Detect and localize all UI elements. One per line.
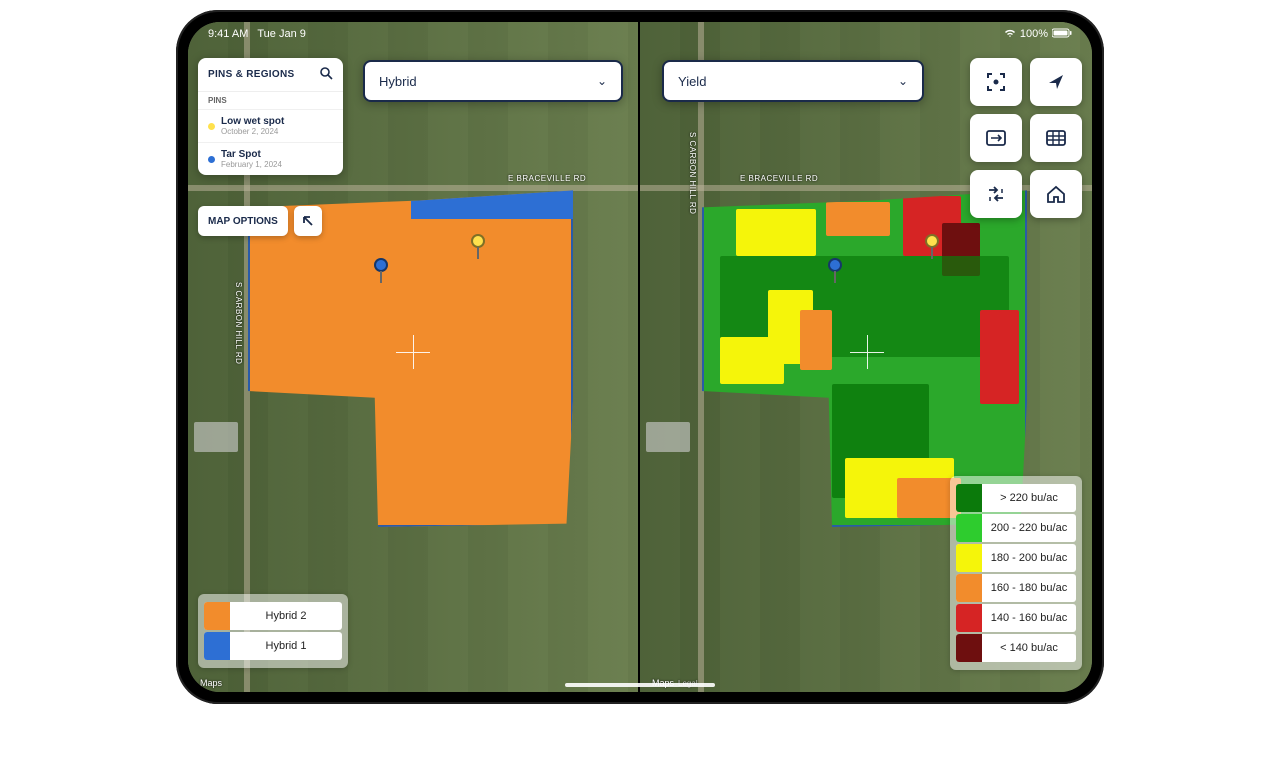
map-options-group: MAP OPTIONS: [198, 206, 322, 236]
legend-swatch: [204, 602, 230, 630]
buildings: [194, 422, 238, 452]
tool-grid: [970, 58, 1082, 218]
pins-panel: PINS & REGIONS PINS Low wet spot October…: [198, 58, 343, 175]
home-icon: [1045, 184, 1067, 204]
wifi-icon: [1004, 28, 1016, 41]
locate-button[interactable]: [1030, 58, 1082, 106]
legend-label: Hybrid 1: [230, 640, 342, 652]
battery-label: 100%: [1020, 28, 1048, 40]
legend-label: Hybrid 2: [230, 610, 342, 622]
buildings: [646, 422, 690, 452]
map-attribution: Maps: [196, 678, 222, 688]
location-arrow-icon: [1045, 71, 1067, 93]
pin-dot-icon: [208, 156, 215, 163]
dropdown-label: Yield: [678, 74, 706, 89]
map-pane-right[interactable]: E BRACEVILLE RD S CARBON HILL RD Yield ⌄: [640, 22, 1092, 692]
crosshair-icon: [850, 335, 884, 369]
road-label-h: E BRACEVILLE RD: [740, 174, 818, 183]
legend-label: < 140 bu/ac: [982, 642, 1076, 654]
pins-title: PINS & REGIONS: [208, 69, 294, 80]
legend-swatch: [956, 544, 982, 572]
legend-label: 140 - 160 bu/ac: [982, 612, 1076, 624]
layer-dropdown-left[interactable]: Hybrid ⌄: [363, 60, 623, 102]
swap-view-button[interactable]: [970, 114, 1022, 162]
legend-label: 200 - 220 bu/ac: [982, 522, 1076, 534]
legend-yield: > 220 bu/ac 200 - 220 bu/ac 180 - 200 bu…: [950, 476, 1082, 670]
pins-header: PINS & REGIONS: [198, 58, 343, 91]
legend-swatch: [956, 634, 982, 662]
pin-item-low-wet-spot[interactable]: Low wet spot October 2, 2024: [198, 109, 343, 142]
road-label-h: E BRACEVILLE RD: [508, 174, 586, 183]
legend-swatch: [956, 484, 982, 512]
pin-item-tar-spot[interactable]: Tar Spot February 1, 2024: [198, 142, 343, 175]
arrow-up-left-icon: [301, 214, 315, 228]
legend-swatch: [956, 604, 982, 632]
focus-icon: [985, 71, 1007, 93]
pin-yellow[interactable]: [923, 234, 941, 260]
status-date: Tue Jan 9: [257, 28, 306, 40]
focus-button[interactable]: [970, 58, 1022, 106]
road-label-v: S CARBON HILL RD: [688, 132, 697, 214]
compare-button[interactable]: [970, 170, 1022, 218]
legend-row: < 140 bu/ac: [956, 634, 1076, 662]
road-h: [188, 185, 638, 191]
tablet-frame: 9:41 AM Tue Jan 9 100% E BRACEVILLE RD S…: [176, 10, 1104, 704]
map-pane-left[interactable]: E BRACEVILLE RD S CARBON HILL RD PINS & …: [188, 22, 640, 692]
legend-row: 160 - 180 bu/ac: [956, 574, 1076, 602]
legend-swatch: [956, 514, 982, 542]
layer-dropdown-right[interactable]: Yield ⌄: [662, 60, 924, 102]
pin-item-date: February 1, 2024: [221, 160, 282, 169]
map-options-button[interactable]: MAP OPTIONS: [198, 206, 288, 236]
table-button[interactable]: [1030, 114, 1082, 162]
legend-row: > 220 bu/ac: [956, 484, 1076, 512]
legend-row: 140 - 160 bu/ac: [956, 604, 1076, 632]
legend-swatch: [204, 632, 230, 660]
attribution-brand: Maps: [200, 678, 222, 688]
legend-row: Hybrid 1: [204, 632, 342, 660]
status-right: 100%: [1004, 28, 1072, 41]
pin-item-name: Low wet spot: [221, 116, 284, 127]
crosshair-icon: [396, 335, 430, 369]
status-bar: 9:41 AM Tue Jan 9 100%: [188, 22, 1092, 46]
pins-section-header: PINS: [198, 91, 343, 109]
battery-icon: [1052, 28, 1072, 41]
search-icon[interactable]: [319, 66, 333, 83]
legend-row: Hybrid 2: [204, 602, 342, 630]
legend-row: 180 - 200 bu/ac: [956, 544, 1076, 572]
legend-hybrid: Hybrid 2 Hybrid 1: [198, 594, 348, 668]
pin-yellow[interactable]: [469, 234, 487, 260]
pin-blue[interactable]: [826, 258, 844, 284]
legend-row: 200 - 220 bu/ac: [956, 514, 1076, 542]
road-label-v: S CARBON HILL RD: [234, 282, 243, 364]
screen: 9:41 AM Tue Jan 9 100% E BRACEVILLE RD S…: [188, 22, 1092, 692]
collapse-button[interactable]: [294, 206, 322, 236]
legend-label: 180 - 200 bu/ac: [982, 552, 1076, 564]
dropdown-label: Hybrid: [379, 74, 417, 89]
pin-blue[interactable]: [372, 258, 390, 284]
pin-dot-icon: [208, 123, 215, 130]
chevron-down-icon: ⌄: [597, 74, 607, 88]
chevron-down-icon: ⌄: [898, 74, 908, 88]
swap-icon: [985, 129, 1007, 147]
status-time: 9:41 AM: [208, 28, 248, 40]
legend-label: > 220 bu/ac: [982, 492, 1076, 504]
pin-item-name: Tar Spot: [221, 149, 282, 160]
status-left: 9:41 AM Tue Jan 9: [208, 28, 306, 40]
home-indicator[interactable]: [565, 683, 715, 687]
compare-icon: [985, 185, 1007, 203]
home-button[interactable]: [1030, 170, 1082, 218]
pin-item-date: October 2, 2024: [221, 127, 284, 136]
table-icon: [1045, 129, 1067, 147]
legend-label: 160 - 180 bu/ac: [982, 582, 1076, 594]
legend-swatch: [956, 574, 982, 602]
